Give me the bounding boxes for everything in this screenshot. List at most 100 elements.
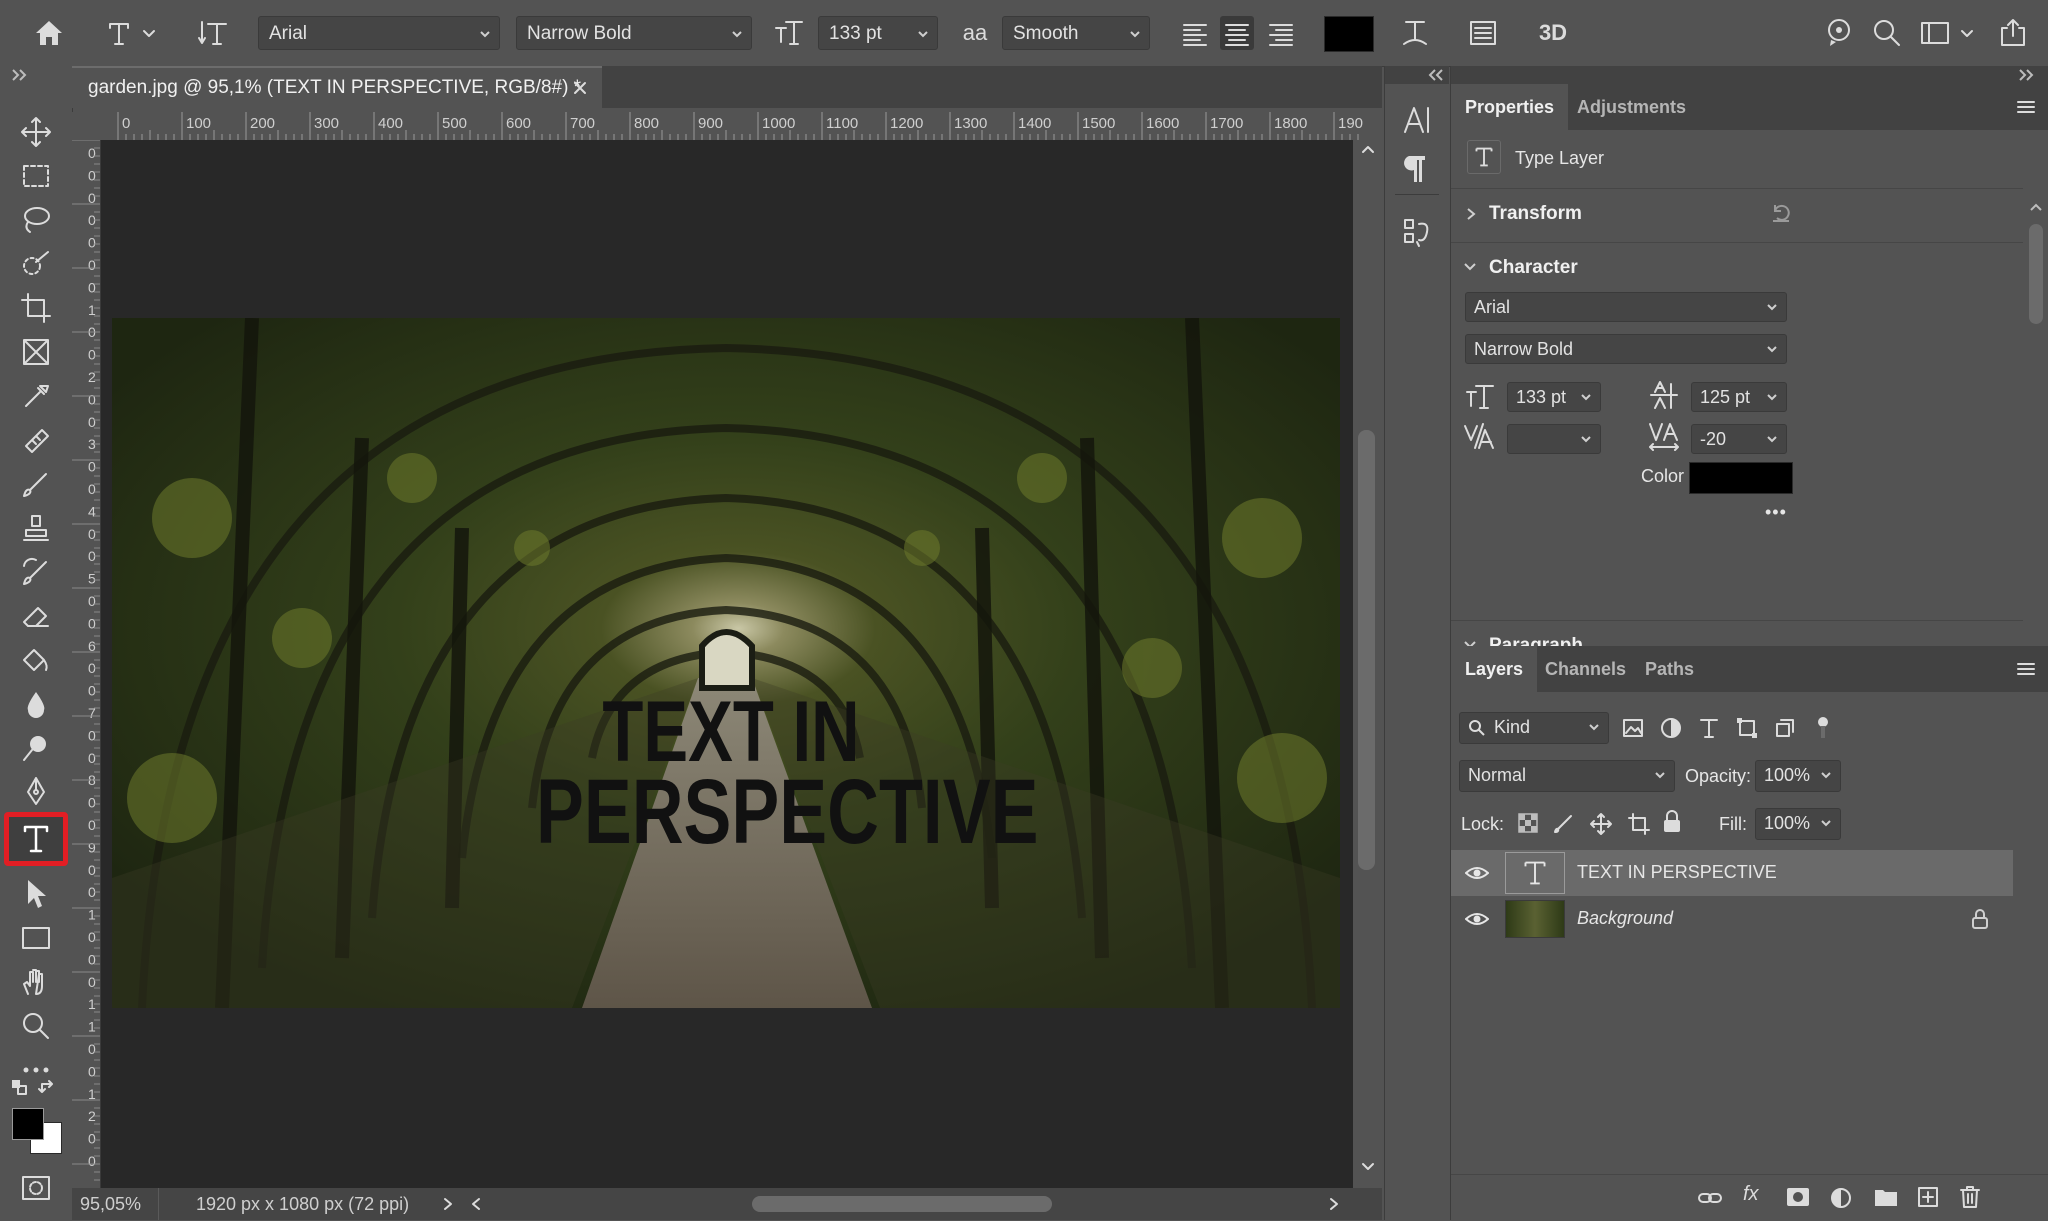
hand-tool-icon[interactable] — [18, 964, 54, 1000]
crop-tool-icon[interactable] — [18, 290, 54, 326]
scroll-right-icon[interactable] — [1328, 1197, 1340, 1211]
3d-button[interactable]: 3D — [1536, 16, 1570, 50]
more-options-button[interactable]: ••• — [1765, 502, 1787, 523]
dodge-tool-icon[interactable] — [18, 730, 54, 766]
glyphs-panel-icon[interactable] — [1401, 216, 1433, 250]
character-panel-icon[interactable] — [1401, 102, 1433, 138]
new-group-icon[interactable] — [1873, 1186, 1899, 1208]
rectangle-tool-icon[interactable] — [18, 920, 54, 956]
layer-style-icon[interactable]: fx — [1743, 1183, 1759, 1206]
reset-transform-icon[interactable] — [1769, 201, 1793, 225]
text-color-swatch[interactable] — [1324, 16, 1374, 52]
lock-all-icon[interactable] — [1661, 810, 1683, 834]
blend-mode-dropdown[interactable]: Normal — [1459, 760, 1675, 792]
vertical-scrollbar[interactable] — [1353, 140, 1382, 1188]
scroll-down-icon[interactable] — [1361, 1162, 1375, 1172]
align-left-icon[interactable] — [1178, 16, 1212, 50]
character-color-swatch[interactable] — [1689, 462, 1793, 494]
quick-selection-icon[interactable] — [18, 246, 54, 282]
perspective-text-layer[interactable]: TEXT IN PERSPECTIVE — [536, 689, 1038, 858]
frame-tool-icon[interactable] — [18, 334, 54, 370]
new-layer-icon[interactable] — [1917, 1186, 1939, 1208]
chevron-down-icon[interactable] — [1463, 261, 1477, 273]
properties-scrollbar[interactable] — [2027, 202, 2045, 662]
leading-field[interactable]: 125 pt — [1691, 382, 1787, 412]
eyedropper-icon[interactable] — [18, 378, 54, 414]
history-brush-icon[interactable] — [18, 554, 54, 590]
tab-paths[interactable]: Paths — [1631, 646, 1708, 692]
filter-shape-icon[interactable] — [1735, 716, 1759, 740]
filter-adjustment-icon[interactable] — [1659, 716, 1683, 740]
fill-field[interactable]: 100% — [1755, 808, 1841, 840]
zoom-tool-icon[interactable] — [18, 1008, 54, 1044]
properties-scroll-thumb[interactable] — [2029, 224, 2043, 324]
blur-tool-icon[interactable] — [18, 686, 54, 722]
add-mask-icon[interactable] — [1785, 1186, 1811, 1208]
font-style-dropdown[interactable]: Narrow Bold — [516, 16, 752, 50]
transform-section[interactable]: Transform — [1451, 188, 2023, 239]
new-adjustment-layer-icon[interactable] — [1829, 1186, 1853, 1210]
opacity-field[interactable]: 100% — [1755, 760, 1841, 792]
layer-row-background[interactable]: Background — [1451, 896, 2013, 942]
filter-toggle-icon[interactable] — [1817, 716, 1829, 738]
scroll-up-icon[interactable] — [2029, 202, 2043, 212]
kerning-field[interactable] — [1507, 424, 1601, 454]
character-font-family-dropdown[interactable]: Arial — [1465, 292, 1787, 322]
share-icon[interactable] — [1996, 16, 2030, 50]
type-tool-icon[interactable] — [4, 812, 68, 866]
filter-smart-object-icon[interactable] — [1773, 716, 1797, 740]
chevron-down-icon[interactable] — [1958, 16, 1976, 50]
scroll-left-icon[interactable] — [470, 1197, 482, 1211]
toggle-text-orientation-icon[interactable] — [196, 16, 230, 50]
default-colors-icon[interactable] — [10, 1078, 30, 1098]
move-tool-icon[interactable] — [18, 114, 54, 150]
tracking-field[interactable]: -20 — [1691, 424, 1787, 454]
character-panel-icon[interactable] — [1466, 16, 1500, 50]
tab-properties[interactable]: Properties — [1451, 84, 1569, 130]
warp-text-icon[interactable] — [1398, 16, 1432, 50]
expand-toolbar-icon[interactable] — [10, 68, 30, 82]
zoom-level[interactable]: 95,05% — [80, 1194, 141, 1215]
align-right-icon[interactable] — [1264, 16, 1298, 50]
type-tool-preset-icon[interactable] — [104, 16, 138, 50]
search-icon[interactable] — [1870, 16, 1904, 50]
foreground-color-swatch[interactable] — [12, 1108, 44, 1140]
garden-photo[interactable] — [112, 318, 1340, 1008]
font-size-field[interactable]: 133 pt — [818, 16, 938, 50]
chevron-right-icon[interactable] — [442, 1197, 454, 1211]
healing-brush-icon[interactable] — [18, 422, 54, 458]
home-icon[interactable] — [32, 16, 66, 50]
path-selection-icon[interactable] — [18, 876, 54, 912]
font-size-field[interactable]: 133 pt — [1507, 382, 1601, 412]
layer-row-text[interactable]: TEXT IN PERSPECTIVE — [1451, 850, 2013, 896]
paragraph-panel-icon[interactable] — [1403, 152, 1431, 186]
lock-transparent-pixels-icon[interactable] — [1517, 812, 1539, 834]
document-tab[interactable]: garden.jpg @ 95,1% (TEXT IN PERSPECTIVE,… — [72, 66, 602, 108]
layer-filter-dropdown[interactable]: Kind — [1459, 712, 1609, 744]
align-center-icon[interactable] — [1220, 16, 1254, 50]
filter-type-icon[interactable] — [1697, 716, 1721, 740]
learn-icon[interactable] — [1822, 16, 1856, 50]
chevron-down-icon[interactable] — [140, 16, 158, 50]
eraser-tool-icon[interactable] — [18, 598, 54, 634]
brush-tool-icon[interactable] — [18, 466, 54, 502]
rectangular-marquee-icon[interactable] — [18, 158, 54, 194]
canvas-area[interactable]: TEXT IN PERSPECTIVE — [101, 140, 1353, 1188]
clone-stamp-icon[interactable] — [18, 510, 54, 546]
vertical-scroll-thumb[interactable] — [1358, 430, 1375, 870]
tab-layers[interactable]: Layers — [1451, 646, 1538, 692]
antialias-dropdown[interactable]: Smooth — [1002, 16, 1150, 50]
collapse-panel-icon[interactable] — [2017, 68, 2037, 82]
chevron-right-icon[interactable] — [1465, 207, 1477, 221]
swap-colors-icon[interactable] — [38, 1078, 58, 1098]
collapse-dock-icon[interactable] — [1425, 68, 1445, 82]
horizontal-scroll-thumb[interactable] — [752, 1196, 1052, 1212]
eye-icon[interactable] — [1465, 911, 1489, 927]
eye-icon[interactable] — [1465, 865, 1489, 881]
lock-position-icon[interactable] — [1589, 812, 1613, 836]
font-family-dropdown[interactable]: Arial — [258, 16, 500, 50]
panel-menu-icon[interactable] — [2017, 100, 2035, 114]
character-font-style-dropdown[interactable]: Narrow Bold — [1465, 334, 1787, 364]
filter-pixel-icon[interactable] — [1621, 716, 1645, 740]
lock-image-pixels-icon[interactable] — [1553, 812, 1575, 834]
